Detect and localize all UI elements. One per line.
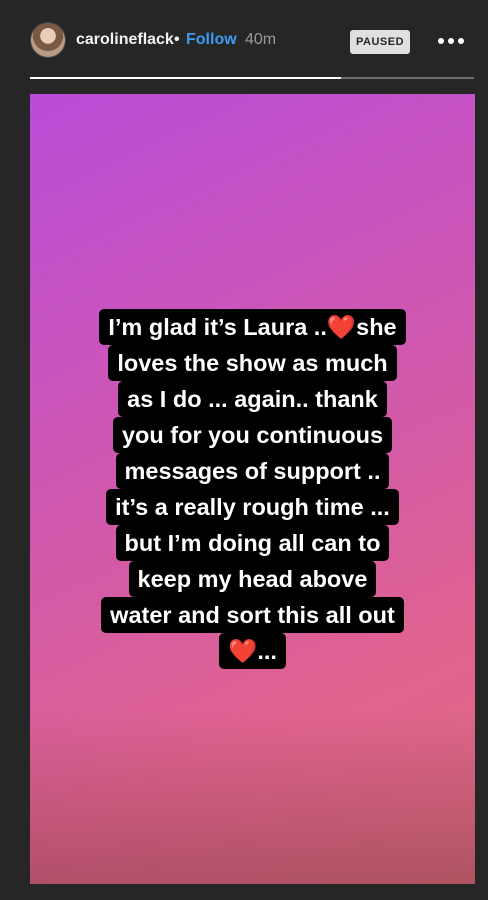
- caption-line: water and sort this all out: [101, 597, 404, 633]
- paused-badge: PAUSED: [350, 30, 410, 54]
- caption-line: keep my head above: [128, 561, 377, 597]
- story-header: carolineflack • Follow 40m PAUSED: [0, 0, 488, 78]
- caption-line: ❤️...: [219, 633, 286, 669]
- caption-line: it’s a really rough time ...: [106, 489, 399, 525]
- story-progress-fill: [30, 77, 341, 79]
- separator-dot: •: [174, 31, 180, 48]
- more-dots-icon[interactable]: [438, 36, 464, 46]
- dot-icon: [458, 38, 464, 44]
- dot-icon: [438, 38, 444, 44]
- caption-line: messages of support ..: [115, 453, 390, 489]
- dot-icon: [448, 38, 454, 44]
- caption-line: you for you continuous: [112, 417, 393, 453]
- follow-button[interactable]: Follow: [186, 31, 237, 49]
- timestamp: 40m: [245, 31, 277, 48]
- caption-line: but I’m doing all can to: [115, 525, 390, 561]
- caption-line: I’m glad it’s Laura ..❤️she: [99, 309, 406, 345]
- story-caption: I’m glad it’s Laura ..❤️she loves the sh…: [30, 309, 475, 669]
- avatar[interactable]: [30, 22, 66, 58]
- caption-line: loves the show as much: [108, 345, 397, 381]
- story-content[interactable]: I’m glad it’s Laura ..❤️she loves the sh…: [30, 94, 475, 884]
- story-progress-bar: [30, 77, 474, 79]
- username-link[interactable]: carolineflack: [76, 31, 174, 49]
- caption-line: as I do ... again.. thank: [118, 381, 387, 417]
